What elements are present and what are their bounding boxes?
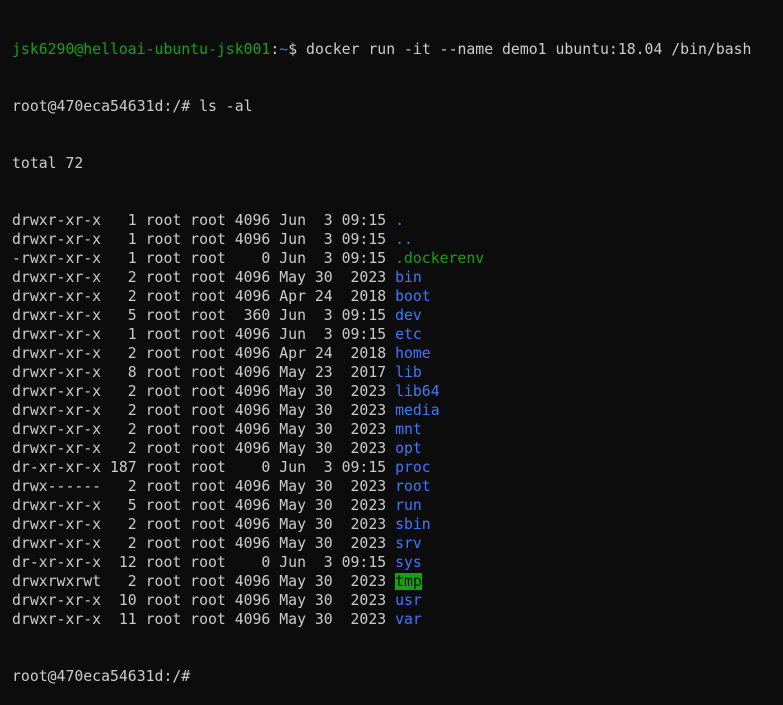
entry-name: boot xyxy=(395,288,431,305)
entry-meta: drwxr-xr-x 1 root root 4096 Jun 3 09:15 xyxy=(12,231,396,248)
entry-name: tmp xyxy=(395,573,422,590)
entry-name: srv xyxy=(395,535,422,552)
entry-meta: dr-xr-xr-x 187 root root 0 Jun 3 09:15 xyxy=(12,459,396,476)
listing-row: drwxr-xr-x 1 root root 4096 Jun 3 09:15 … xyxy=(12,230,783,249)
entry-meta: drwxr-xr-x 2 root root 4096 May 30 2023 xyxy=(12,516,396,533)
listing-row: drwxr-xr-x 1 root root 4096 Jun 3 09:15 … xyxy=(12,325,783,344)
entry-name: sys xyxy=(395,554,422,571)
entry-name: home xyxy=(395,345,431,362)
entry-name: usr xyxy=(395,592,422,609)
listing-row: drwxr-xr-x 11 root root 4096 May 30 2023… xyxy=(12,610,783,629)
command-docker-run: docker run -it --name demo1 ubuntu:18.04… xyxy=(306,41,752,58)
listing-row: drwxr-xr-x 1 root root 4096 Jun 3 09:15 … xyxy=(12,211,783,230)
entry-meta: drwxr-xr-x 10 root root 4096 May 30 2023 xyxy=(12,592,396,609)
listing-row: drwxrwxrwt 2 root root 4096 May 30 2023 … xyxy=(12,572,783,591)
command-ls: ls -al xyxy=(199,98,253,115)
listing-row: -rwxr-xr-x 1 root root 0 Jun 3 09:15 .do… xyxy=(12,249,783,268)
entry-meta: drwxr-xr-x 2 root root 4096 May 30 2023 xyxy=(12,421,396,438)
listing-row: drwxr-xr-x 2 root root 4096 Apr 24 2018 … xyxy=(12,344,783,363)
entry-name: .dockerenv xyxy=(395,250,485,267)
prompt-separator: : xyxy=(270,41,280,58)
entry-meta: drwxr-xr-x 11 root root 4096 May 30 2023 xyxy=(12,611,396,628)
entry-name: lib64 xyxy=(395,383,440,400)
prompt-line-1: jsk6290@helloai-ubuntu-jsk001:~$ docker … xyxy=(12,40,783,59)
entry-name: etc xyxy=(395,326,422,343)
entry-name: root xyxy=(395,478,431,495)
entry-meta: drwxr-xr-x 1 root root 4096 Jun 3 09:15 xyxy=(12,326,396,343)
user-host: jsk6290@helloai-ubuntu-jsk001 xyxy=(12,41,271,58)
listing-row: drwxr-xr-x 2 root root 4096 May 30 2023 … xyxy=(12,401,783,420)
entry-meta: drwxr-xr-x 2 root root 4096 Apr 24 2018 xyxy=(12,345,396,362)
directory-listing: drwxr-xr-x 1 root root 4096 Jun 3 09:15 … xyxy=(12,211,783,629)
terminal-window[interactable]: jsk6290@helloai-ubuntu-jsk001:~$ docker … xyxy=(12,2,783,705)
listing-row: drwxr-xr-x 5 root root 360 Jun 3 09:15 d… xyxy=(12,306,783,325)
listing-row: drwxr-xr-x 2 root root 4096 May 30 2023 … xyxy=(12,382,783,401)
entry-name: var xyxy=(395,611,422,628)
entry-name: bin xyxy=(395,269,422,286)
entry-meta: dr-xr-xr-x 12 root root 0 Jun 3 09:15 xyxy=(12,554,396,571)
entry-meta: drwxr-xr-x 8 root root 4096 May 23 2017 xyxy=(12,364,396,381)
entry-meta: drwxr-xr-x 2 root root 4096 May 30 2023 xyxy=(12,402,396,419)
entry-meta: drwxr-xr-x 5 root root 360 Jun 3 09:15 xyxy=(12,307,396,324)
entry-meta: drwxr-xr-x 2 root root 4096 May 30 2023 xyxy=(12,440,396,457)
listing-row: drwxr-xr-x 10 root root 4096 May 30 2023… xyxy=(12,591,783,610)
prompt-line-2: root@470eca54631d:/# ls -al xyxy=(12,97,783,116)
entry-meta: drwxr-xr-x 5 root root 4096 May 30 2023 xyxy=(12,497,396,514)
prompt-line-3[interactable]: root@470eca54631d:/# xyxy=(12,667,783,686)
entry-name: mnt xyxy=(395,421,422,438)
entry-meta: drwx------ 2 root root 4096 May 30 2023 xyxy=(12,478,396,495)
listing-row: drwxr-xr-x 2 root root 4096 May 30 2023 … xyxy=(12,515,783,534)
listing-row: dr-xr-xr-x 12 root root 0 Jun 3 09:15 sy… xyxy=(12,553,783,572)
current-path: ~ xyxy=(279,41,289,58)
entry-meta: -rwxr-xr-x 1 root root 0 Jun 3 09:15 xyxy=(12,250,396,267)
entry-meta: drwxr-xr-x 2 root root 4096 May 30 2023 xyxy=(12,535,396,552)
total-line: total 72 xyxy=(12,155,84,172)
cursor xyxy=(199,668,208,684)
listing-row: drwxr-xr-x 2 root root 4096 May 30 2023 … xyxy=(12,534,783,553)
entry-meta: drwxr-xr-x 2 root root 4096 Apr 24 2018 xyxy=(12,288,396,305)
entry-name: proc xyxy=(395,459,431,476)
listing-row: dr-xr-xr-x 187 root root 0 Jun 3 09:15 p… xyxy=(12,458,783,477)
entry-name: .. xyxy=(395,231,413,248)
entry-meta: drwxr-xr-x 2 root root 4096 May 30 2023 xyxy=(12,269,396,286)
listing-row: drwxr-xr-x 8 root root 4096 May 23 2017 … xyxy=(12,363,783,382)
entry-name: opt xyxy=(395,440,422,457)
listing-row: drwx------ 2 root root 4096 May 30 2023 … xyxy=(12,477,783,496)
entry-name: dev xyxy=(395,307,422,324)
root-prompt-final: root@470eca54631d:/# xyxy=(12,668,200,685)
listing-row: drwxr-xr-x 2 root root 4096 May 30 2023 … xyxy=(12,268,783,287)
listing-row: drwxr-xr-x 2 root root 4096 May 30 2023 … xyxy=(12,420,783,439)
prompt-dollar: $ xyxy=(288,41,307,58)
entry-name: sbin xyxy=(395,516,431,533)
listing-row: drwxr-xr-x 2 root root 4096 May 30 2023 … xyxy=(12,439,783,458)
entry-name: media xyxy=(395,402,440,419)
entry-name: lib xyxy=(395,364,422,381)
listing-row: drwxr-xr-x 2 root root 4096 Apr 24 2018 … xyxy=(12,287,783,306)
entry-name: run xyxy=(395,497,422,514)
entry-name: . xyxy=(395,212,404,229)
entry-meta: drwxr-xr-x 2 root root 4096 May 30 2023 xyxy=(12,383,396,400)
entry-meta: drwxrwxrwt 2 root root 4096 May 30 2023 xyxy=(12,573,396,590)
root-prompt: root@470eca54631d:/# xyxy=(12,98,200,115)
entry-meta: drwxr-xr-x 1 root root 4096 Jun 3 09:15 xyxy=(12,212,396,229)
